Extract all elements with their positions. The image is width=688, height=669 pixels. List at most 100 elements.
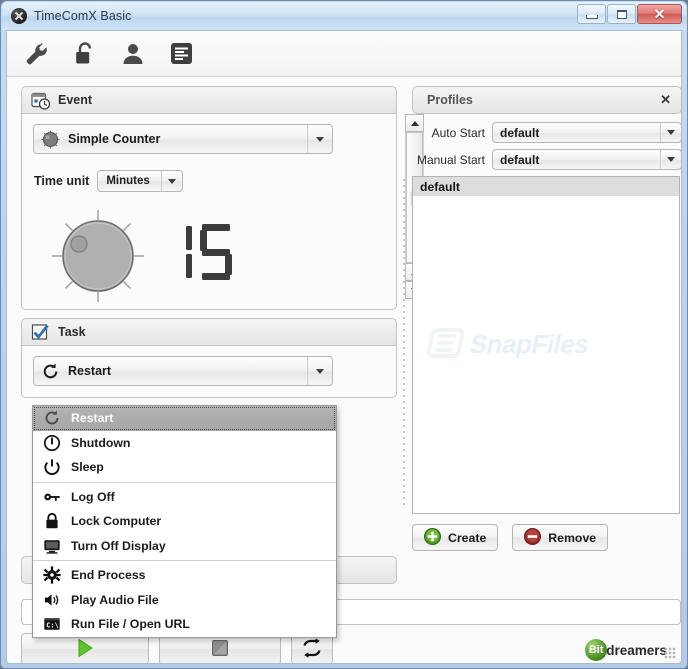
app-x-icon [11, 8, 27, 24]
task-chevron-down-icon[interactable] [307, 357, 332, 385]
monitor-icon [41, 537, 63, 555]
time-unit-combobox[interactable]: Minutes [97, 170, 184, 192]
manual-start-label: Manual Start [416, 152, 485, 167]
seven-segment-15 [186, 224, 232, 280]
user-person-icon[interactable] [119, 40, 147, 68]
dropdown-item-end-process[interactable]: End Process [33, 563, 336, 588]
event-panel: Event Simple Counter Time unit Minutes [21, 86, 424, 310]
task-panel: Task Restart [21, 318, 397, 398]
profile-name: default [420, 179, 460, 194]
time-unit-label: Time unit [34, 174, 90, 188]
event-panel-body: Simple Counter Time unit Minutes [21, 114, 424, 310]
title-bar: TimeComX Basic ✕ [2, 2, 686, 30]
task-panel-header: Task [21, 318, 397, 346]
manual-start-row: Manual Start default [412, 149, 681, 170]
maximize-icon [616, 9, 627, 19]
profiles-buttons: Create Remove [412, 524, 681, 551]
auto-start-chevron-down-icon[interactable] [660, 123, 681, 142]
dropdown-item-shutdown[interactable]: Shutdown [33, 431, 336, 456]
dropdown-item-sleep[interactable]: Sleep [33, 455, 336, 480]
profiles-close-icon[interactable]: ✕ [660, 93, 671, 106]
bitdreamers-logo: Bit dreamers [585, 639, 667, 661]
minimize-icon [585, 15, 598, 19]
left-column: Event Simple Counter Time unit Minutes T… [21, 86, 424, 406]
speaker-icon [41, 591, 63, 609]
remove-button[interactable]: Remove [512, 524, 609, 551]
time-unit-value: Minutes [106, 175, 150, 187]
loop-repeat-icon [301, 637, 323, 662]
calendar-clock-icon [31, 91, 50, 110]
profiles-list[interactable]: default SnapFiles [412, 176, 680, 514]
dropdown-item-restart[interactable]: Restart [33, 406, 336, 431]
right-column: Profiles ✕ Auto Start default Manual Sta… [412, 86, 681, 551]
profiles-panel-header: Profiles ✕ [412, 86, 681, 114]
task-value: Restart [68, 364, 112, 378]
manual-start-value: default [500, 152, 540, 167]
dropdown-item-play-audio-file[interactable]: Play Audio File [33, 588, 336, 613]
dropdown-item-label: Shutdown [71, 435, 131, 450]
manual-start-combobox[interactable]: default [492, 149, 681, 170]
restart-icon [41, 409, 63, 427]
create-button[interactable]: Create [412, 524, 499, 551]
knob-icon [41, 130, 60, 149]
key-icon [41, 488, 63, 506]
task-dropdown-list[interactable]: Restart Shutdown Sleep Log Off Lock Comp… [32, 405, 337, 638]
maximize-button[interactable] [607, 4, 636, 24]
close-icon: ✕ [653, 6, 666, 22]
auto-start-row: Auto Start default [412, 122, 681, 143]
counter-knob-dial[interactable] [50, 208, 146, 304]
dropdown-separator [33, 481, 336, 483]
plus-circle-icon [424, 527, 441, 548]
auto-start-combobox[interactable]: default [492, 122, 681, 143]
start-button[interactable] [21, 633, 149, 663]
auto-start-label: Auto Start [431, 125, 485, 140]
time-unit-row: Time unit Minutes [34, 170, 184, 192]
profiles-fields: Auto Start default Manual Start default [412, 122, 681, 170]
minus-circle-icon [524, 527, 542, 548]
close-button[interactable]: ✕ [637, 4, 682, 24]
dropdown-separator-2 [33, 560, 336, 561]
log-list-icon[interactable] [167, 40, 195, 68]
snapfiles-watermark: SnapFiles [421, 322, 671, 368]
dropdown-item-log-off[interactable]: Log Off [33, 485, 336, 510]
event-mode-combobox[interactable]: Simple Counter [33, 124, 333, 154]
stop-icon [210, 638, 230, 661]
event-panel-header: Event [21, 86, 397, 114]
list-item[interactable]: default [413, 177, 679, 196]
remove-button-label: Remove [548, 530, 597, 545]
task-combobox[interactable]: Restart [33, 356, 333, 386]
transport-bar [21, 633, 333, 663]
dropdown-item-label: Restart [71, 411, 114, 426]
brand-text: dreamers [606, 642, 667, 658]
app-window: TimeComX Basic ✕ Event Simple Counter Ti… [0, 0, 688, 669]
power-off-icon [41, 434, 63, 452]
svg-text:SnapFiles: SnapFiles [467, 329, 592, 359]
dropdown-item-run-file-open-url[interactable]: C:\ Run File / Open URL [33, 612, 336, 637]
brand-mark: Bit [585, 639, 608, 661]
window-title: TimeComX Basic [34, 9, 132, 23]
resize-grip[interactable] [664, 647, 676, 659]
gear-icon [41, 566, 63, 584]
counter-lcd-display [172, 218, 252, 288]
settings-wrench-icon[interactable] [23, 40, 51, 68]
stop-button[interactable] [159, 633, 281, 663]
manual-start-chevron-down-icon[interactable] [660, 150, 681, 169]
event-mode-value: Simple Counter [68, 132, 161, 146]
minimize-button[interactable] [577, 4, 606, 24]
play-icon [74, 637, 96, 662]
unlock-padlock-icon[interactable] [71, 40, 99, 68]
dropdown-item-label: Lock Computer [71, 514, 162, 529]
window-controls: ✕ [577, 4, 682, 24]
dropdown-item-turn-off-display[interactable]: Turn Off Display [33, 534, 336, 559]
restart-icon [41, 362, 60, 381]
event-panel-title: Event [58, 93, 93, 107]
dropdown-item-lock-computer[interactable]: Lock Computer [33, 509, 336, 534]
svg-text:C:\: C:\ [46, 621, 59, 630]
loop-button[interactable] [291, 633, 333, 663]
console-prompt-icon: C:\ [41, 615, 63, 633]
time-unit-chevron-down-icon[interactable] [161, 171, 182, 191]
task-panel-body: Restart [21, 346, 397, 398]
event-mode-chevron-down-icon[interactable] [307, 125, 332, 153]
create-button-label: Create [448, 530, 487, 545]
checkmark-icon [31, 323, 50, 342]
